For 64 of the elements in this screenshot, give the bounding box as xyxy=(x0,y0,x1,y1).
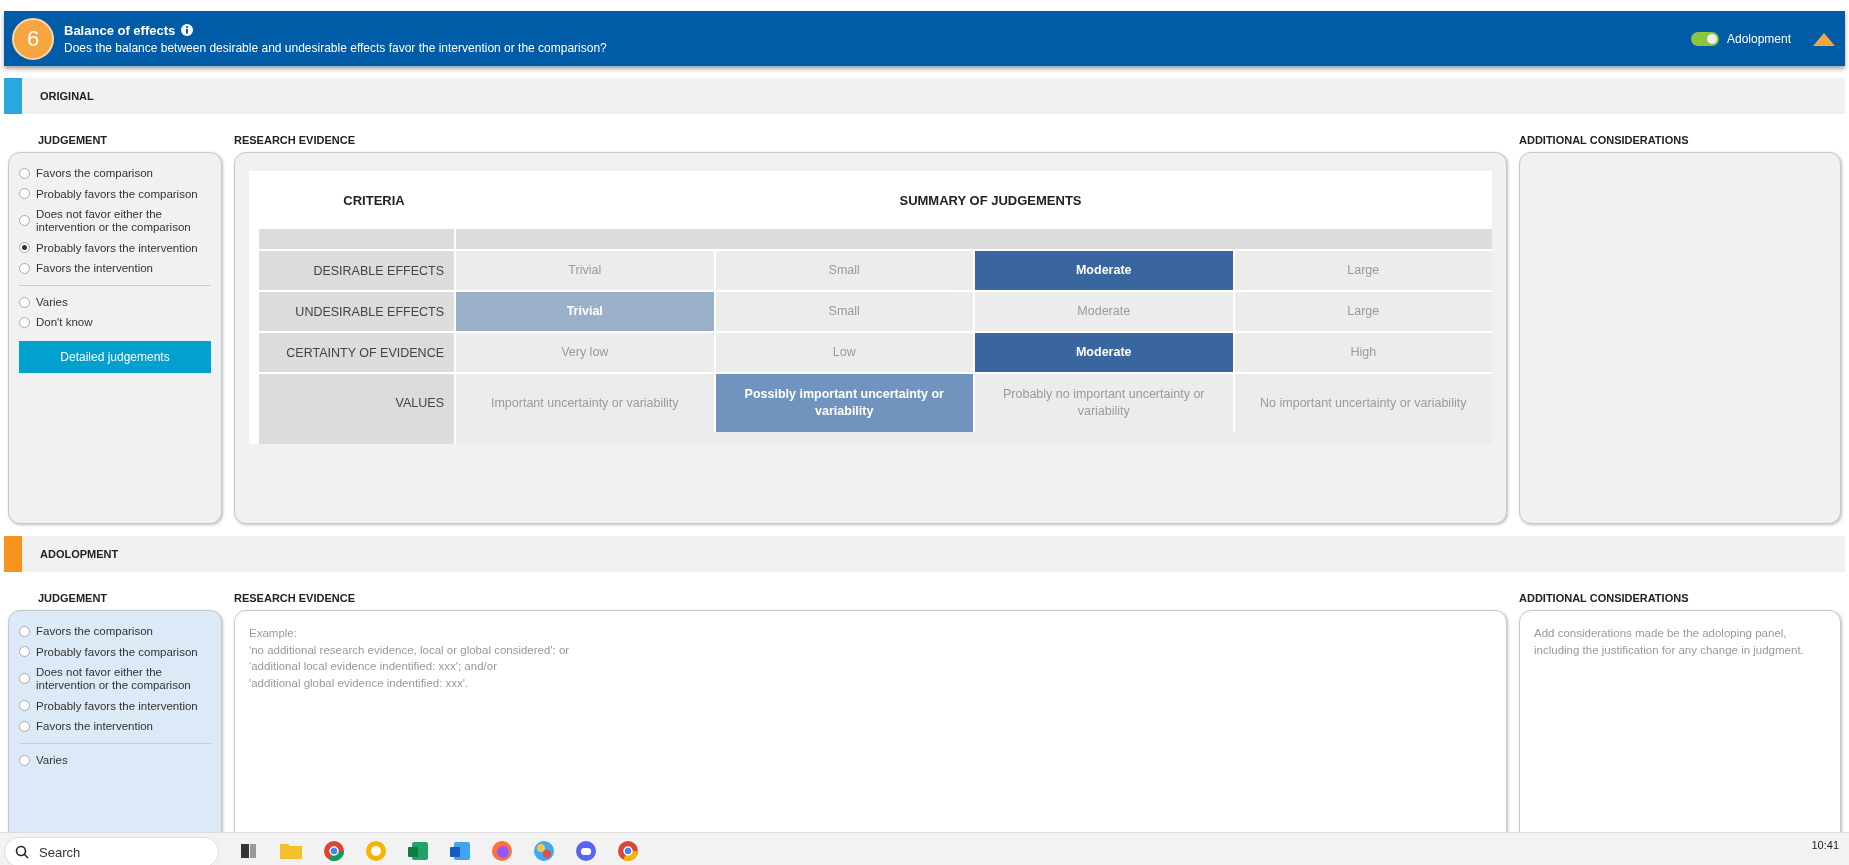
judgement-cell: Trivial xyxy=(456,292,714,331)
document-icon[interactable] xyxy=(449,840,471,862)
criterion-cell: DESIRABLE EFFECTS xyxy=(259,251,454,290)
column-heading: RESEARCH EVIDENCE xyxy=(234,592,357,606)
criterion-cell: UNDESIRABLE EFFECTS xyxy=(259,292,454,331)
info-icon[interactable] xyxy=(181,24,194,36)
radio-option[interactable]: Probably favors the intervention xyxy=(19,695,211,717)
radio-option[interactable]: Probably favors the comparison xyxy=(19,641,211,663)
radio-option[interactable]: Varies xyxy=(19,291,211,313)
judgement-cell: Large xyxy=(1234,251,1492,290)
radio-option[interactable]: Favors the comparison xyxy=(19,163,211,184)
judgement-cell: Trivial xyxy=(456,251,714,290)
toggle-label: Adolopment xyxy=(1726,31,1791,46)
column-heading: RESEARCH EVIDENCE xyxy=(234,134,357,148)
app-icon[interactable] xyxy=(491,840,513,862)
toggle-switch[interactable] xyxy=(1690,31,1719,46)
judgement-cell: Moderate xyxy=(975,292,1233,331)
radio-option[interactable]: Favors the comparison xyxy=(19,621,211,642)
step-number: 6 xyxy=(12,17,54,60)
clock-time: 10:41 xyxy=(1811,839,1839,851)
column-heading: ADDITIONAL CONSIDERATIONS xyxy=(1519,592,1690,606)
radio-option[interactable]: Probably favors the comparison xyxy=(19,183,211,205)
judgement-cell: Very low xyxy=(456,333,714,372)
criterion-cell: VALUES xyxy=(259,374,454,432)
radio-option[interactable]: Favors the intervention xyxy=(19,716,211,737)
app-icon[interactable] xyxy=(533,840,555,862)
section-question: Does the balance between desirable and undesirable effects favor the intervention or the comparison? xyxy=(64,40,608,55)
radio-option[interactable]: Varies xyxy=(19,749,211,771)
judgement-cell: Large xyxy=(1234,292,1492,331)
section-label: ADOLOPMENT xyxy=(40,548,119,560)
collapse-icon[interactable] xyxy=(1813,33,1835,46)
judgement-cell: Small xyxy=(715,251,973,290)
search-field[interactable]: Search xyxy=(4,837,219,865)
radio-option[interactable]: Don't know xyxy=(19,312,211,334)
judgement-cell: High xyxy=(1234,333,1492,372)
judgement-cell: Moderate xyxy=(975,333,1233,372)
column-heading: ADDITIONAL CONSIDERATIONS xyxy=(1519,134,1690,148)
radio-option[interactable]: Favors the intervention xyxy=(19,258,211,279)
radio-option[interactable]: Does not favor either the intervention or the comparison xyxy=(19,662,211,696)
column-heading: JUDGEMENT xyxy=(38,592,109,606)
criterion-cell: CERTAINTY OF EVIDENCE xyxy=(259,333,454,372)
judgement-cell: Small xyxy=(715,292,973,331)
judgement-cell: Low xyxy=(715,333,973,372)
judgement-cell: Probably no important uncertainty or variability xyxy=(975,374,1233,432)
browser-icon[interactable] xyxy=(323,840,345,862)
considerations-field[interactable]: Add considerations made be the adoloping panel, including the justification for any change in judgment. xyxy=(1519,610,1841,832)
browser-icon[interactable] xyxy=(617,840,639,862)
section-label: ORIGINAL xyxy=(40,90,94,102)
spreadsheet-icon[interactable] xyxy=(407,840,429,862)
judgement-cell: Important uncertainty or variability xyxy=(456,374,714,432)
column-heading: SUMMARY OF JUDGEMENTS xyxy=(898,192,1083,208)
column-heading: JUDGEMENT xyxy=(38,134,109,148)
search-icon xyxy=(15,845,29,859)
radio-option[interactable]: Probably favors the intervention xyxy=(19,237,211,259)
section-stripe xyxy=(4,78,22,114)
column-heading: CRITERIA xyxy=(342,192,406,208)
section-stripe xyxy=(4,536,22,572)
judgement-cell: Moderate xyxy=(975,251,1233,290)
judgement-cell: Possibly important uncertainty or variability xyxy=(715,374,973,432)
radio-option[interactable]: Does not favor either the intervention or the comparison xyxy=(19,204,211,238)
chat-icon[interactable] xyxy=(575,840,597,862)
research-evidence-field[interactable]: Example: 'no additional research evidence, local or global considered': or 'additional local evidence indentified: xxx'; and/or 'additional global evidence indentified: xxx'. xyxy=(234,610,1507,832)
section-title: Balance of effects xyxy=(64,22,176,38)
judgement-cell: No important uncertainty or variability xyxy=(1234,374,1492,432)
